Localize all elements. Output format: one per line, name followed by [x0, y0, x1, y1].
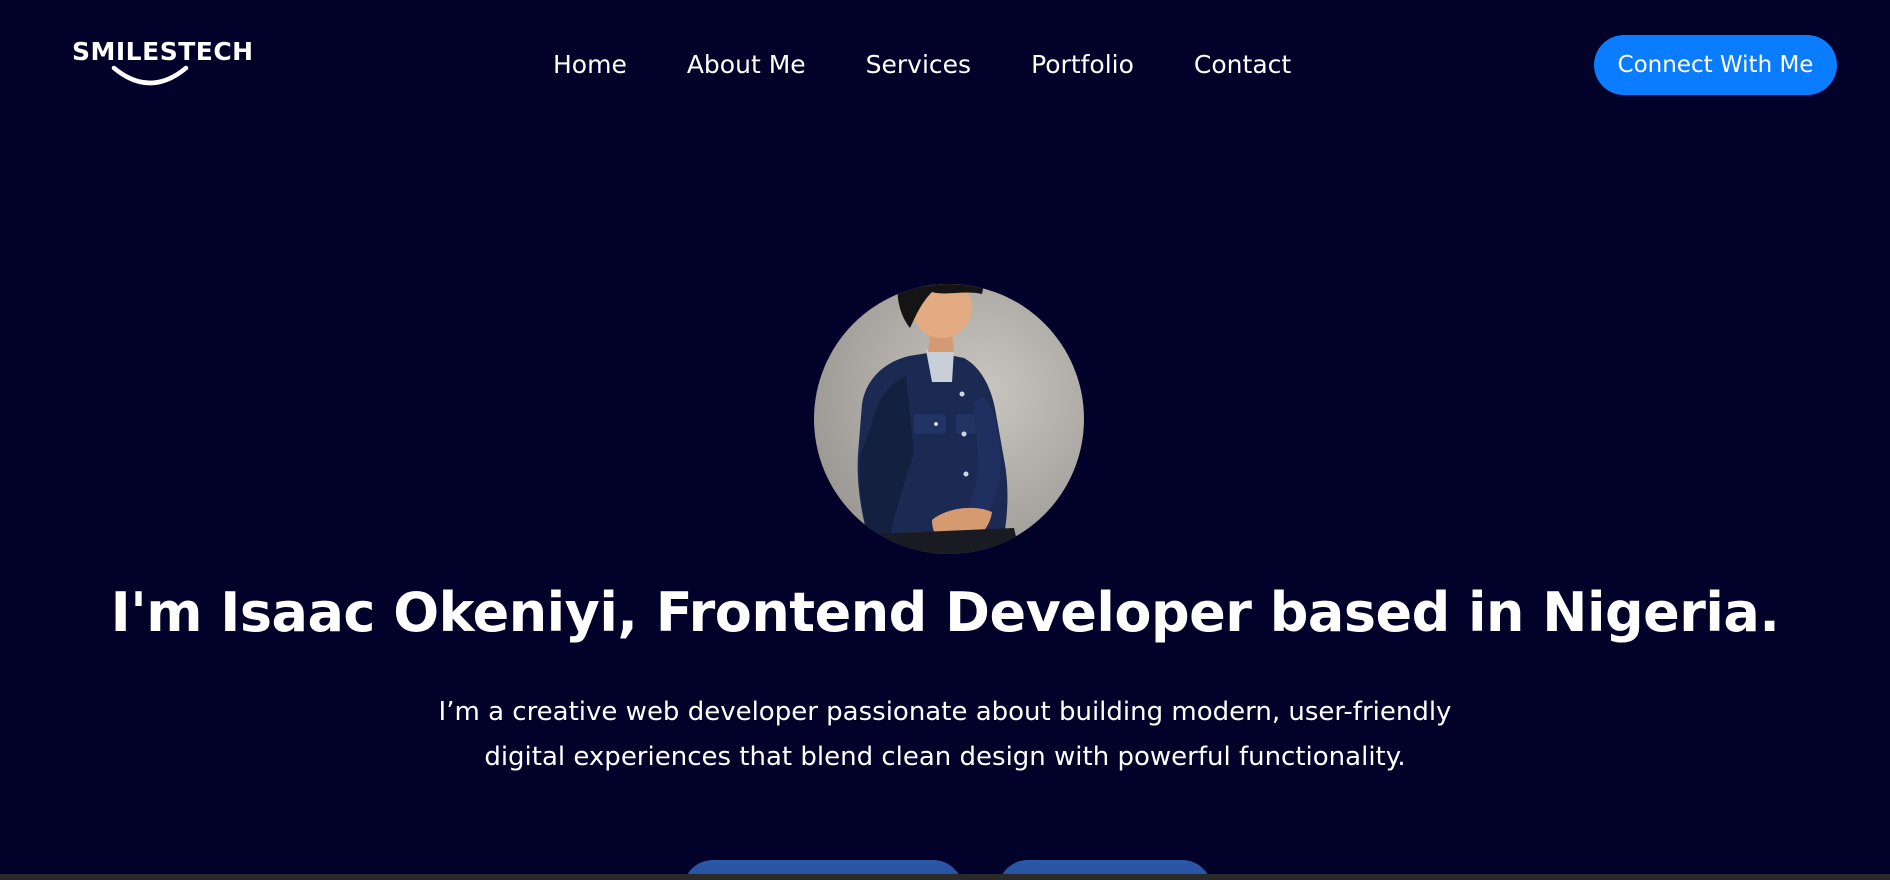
smile-icon: [111, 65, 189, 86]
nav-contact[interactable]: Contact: [1194, 47, 1291, 83]
nav-about-me[interactable]: About Me: [687, 47, 806, 83]
nav-home[interactable]: Home: [553, 47, 627, 83]
main-nav: Home About Me Services Portfolio Contact: [553, 47, 1291, 83]
hero-intro-line-1: I’m a creative web developer passionate …: [438, 697, 1452, 727]
logo[interactable]: SMILESTECH: [72, 37, 254, 94]
connect-with-me-button[interactable]: Connect With Me: [1594, 35, 1837, 95]
profile-avatar: [814, 284, 1084, 554]
hero-intro-line-2: digital experiences that blend clean des…: [484, 742, 1406, 772]
page-bottom-edge: [0, 874, 1890, 880]
logo-text: SMILESTECH: [72, 37, 254, 66]
hero-headline: I'm Isaac Okeniyi, Frontend Developer ba…: [110, 581, 1780, 644]
nav-portfolio[interactable]: Portfolio: [1031, 47, 1134, 83]
nav-services[interactable]: Services: [866, 47, 971, 83]
navbar: SMILESTECH Home About Me Services Portfo…: [0, 0, 1890, 130]
hero-intro: I’m a creative web developer passionate …: [395, 690, 1495, 780]
avatar-illustration: [857, 284, 1020, 554]
